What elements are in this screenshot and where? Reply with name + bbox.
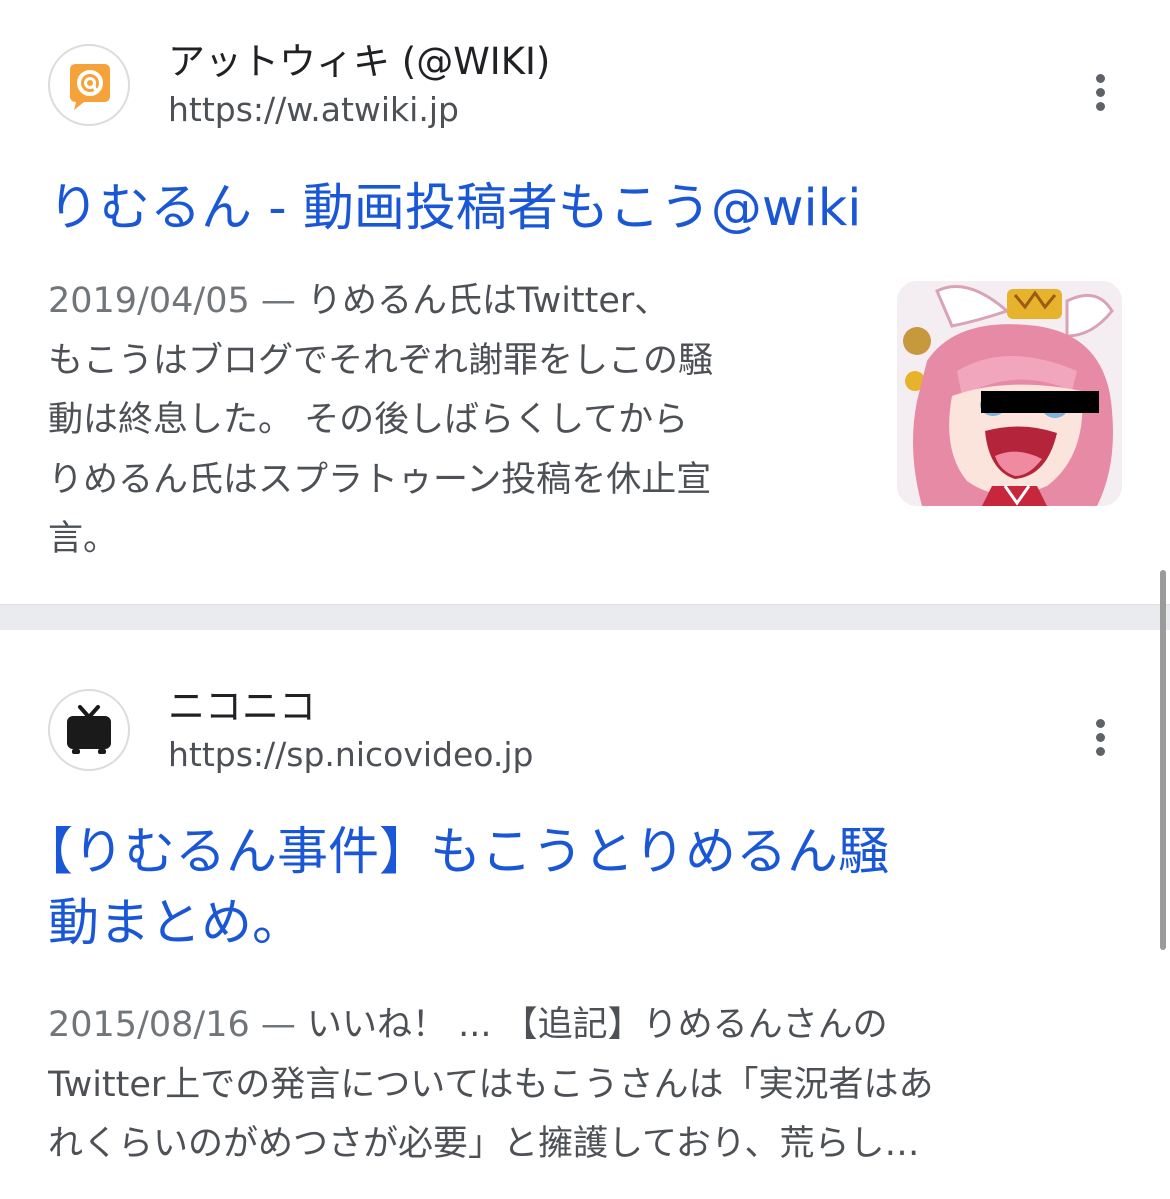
result-snippet: 2015/08/16 — いいね！ ... 【追記】りめるんさんの Twitte… — [48, 996, 1128, 1175]
snippet-line: 動は終息した。 その後しばらくしてから — [48, 400, 689, 440]
search-result-atwiki: アットウィキ (@WIKI) https://w.atwiki.jp りむるん … — [0, 0, 1150, 604]
site-url: https://w.atwiki.jp — [168, 90, 459, 129]
niconico-tv-icon — [48, 689, 130, 771]
snippet-line: りめるん氏はスプラトゥーン投稿を休止宣 — [48, 459, 712, 500]
snippet-line: 2015/08/16 — いいね！ ... 【追記】りめるんさんの — [48, 1005, 888, 1045]
results-divider — [0, 604, 1170, 630]
snippet-line: 言。 — [48, 519, 119, 559]
result-date: 2019/04/05 — — [48, 281, 307, 321]
more-vert-icon[interactable] — [1081, 66, 1121, 126]
result-source-row[interactable]: ニコニコ https://sp.nicovideo.jp — [48, 685, 1128, 789]
search-results-page: アットウィキ (@WIKI) https://w.atwiki.jp りむるん … — [0, 0, 1170, 1199]
site-name: アットウィキ (@WIKI) — [168, 40, 551, 83]
site-name: ニコニコ — [168, 685, 316, 728]
more-vert-icon[interactable] — [1081, 711, 1121, 771]
result-thumbnail-image[interactable] — [897, 281, 1122, 506]
result-source-row[interactable]: アットウィキ (@WIKI) https://w.atwiki.jp — [48, 40, 1128, 144]
result-date: 2015/08/16 — — [48, 1005, 307, 1045]
scrollbar[interactable] — [1160, 570, 1166, 950]
snippet-line: 2019/04/05 — りめるん氏はTwitter、 — [48, 281, 670, 321]
snippet-line: もこうはブログでそれぞれ謝罪をしこの騒 — [48, 340, 714, 381]
title-line: 動まとめ。 — [48, 894, 304, 953]
search-result-niconico: ニコニコ https://sp.nicovideo.jp 【りむるん事件】もこう… — [0, 630, 1150, 1199]
snippet-line: れくらいのがめつさが必要」と擁護しており、荒らし… — [48, 1124, 920, 1164]
snippet-line: Twitter上での発言についてはもこうさんは「実況者はあ — [48, 1064, 934, 1105]
result-snippet: 2019/04/05 — りめるん氏はTwitter、 もこうはブログでそれぞれ… — [48, 272, 848, 570]
site-url: https://sp.nicovideo.jp — [168, 735, 534, 774]
title-line: 【りむるん事件】もこうとりめるん騒 — [22, 823, 890, 882]
atwiki-favicon-icon — [48, 44, 130, 126]
result-title-link[interactable]: 【りむるん事件】もこうとりめるん騒 動まとめ。 — [22, 817, 1108, 959]
result-title-link[interactable]: りむるん - 動画投稿者もこう@wiki — [48, 174, 1118, 244]
